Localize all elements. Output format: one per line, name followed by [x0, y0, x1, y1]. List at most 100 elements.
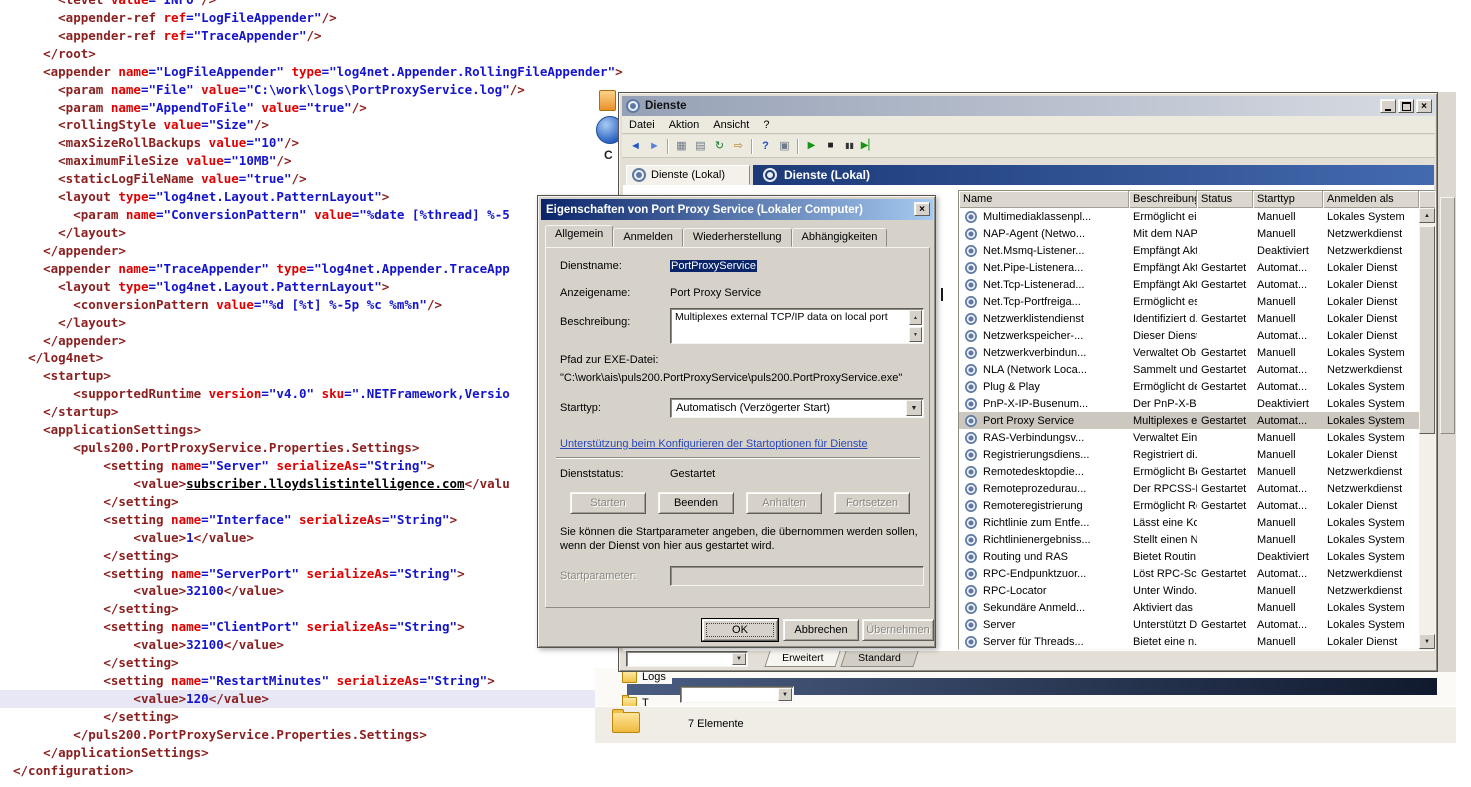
export-list-icon[interactable]: ▤ [691, 138, 710, 155]
restart-service-icon[interactable]: ▶▏ [859, 138, 878, 155]
xml-source[interactable]: <level value="INFO"/> <appender-ref ref=… [13, 0, 623, 780]
code-line[interactable]: </applicationSettings> [13, 744, 623, 762]
show-tree-icon[interactable]: ▦ [672, 138, 691, 155]
code-line[interactable]: <layout type="log4net.Layout.PatternLayo… [13, 188, 623, 206]
scroll-up-icon[interactable]: ▲ [1419, 208, 1435, 223]
service-row[interactable]: Routing und RASBietet Routin...Deaktivie… [959, 548, 1419, 565]
refresh-icon[interactable]: ↻ [710, 138, 729, 155]
service-row[interactable]: Remotedesktopdie...Ermöglicht Be...Gesta… [959, 463, 1419, 480]
startup-type-combobox[interactable]: Automatisch (Verzögerter Start) ▼ [670, 398, 924, 418]
tab-anmelden[interactable]: Anmelden [613, 228, 683, 247]
chevron-down-icon[interactable]: ▼ [732, 653, 746, 665]
service-row[interactable]: Richtlinie zum Entfe...Lässt eine Ko...M… [959, 514, 1419, 531]
menu-item-ansicht[interactable]: Ansicht [706, 119, 756, 131]
code-line[interactable]: <appender name="LogFileAppender" type="l… [13, 63, 623, 81]
tab-allgemein[interactable]: Allgemein [545, 225, 613, 247]
export-icon[interactable]: ⇨ [729, 138, 748, 155]
code-line[interactable]: <applicationSettings> [13, 421, 623, 439]
service-row[interactable]: Multimediaklassenpl...Ermöglicht ei...Ma… [959, 208, 1419, 225]
code-line[interactable]: <value>1</value> [13, 529, 623, 547]
code-line[interactable]: <value>subscriber.lloydslistintelligence… [13, 475, 623, 493]
help-icon[interactable]: ? [756, 138, 775, 155]
code-line[interactable]: <value>120</value> [13, 690, 623, 708]
code-line[interactable]: </layout> [13, 224, 623, 242]
column-header-beschreibung[interactable]: Beschreibung [1129, 191, 1197, 208]
service-row[interactable]: RemoteregistrierungErmöglicht Re...Gesta… [959, 497, 1419, 514]
code-line[interactable]: <puls200.PortProxyService.Properties.Set… [13, 439, 623, 457]
column-header-anmelden-als[interactable]: Anmelden als [1323, 191, 1419, 208]
folder-item-t[interactable]: T [622, 696, 655, 706]
code-line[interactable]: </puls200.PortProxyService.Properties.Se… [13, 726, 623, 744]
service-row[interactable]: Remoteprozedurau...Der RPCSS-Di...Gestar… [959, 480, 1419, 497]
tab-wiederherstellung[interactable]: Wiederherstellung [683, 228, 792, 247]
code-line[interactable]: </setting> [13, 547, 623, 565]
code-line[interactable]: </configuration> [13, 762, 623, 780]
vertical-scrollbar[interactable]: ▲ ▼ [1419, 208, 1435, 649]
scroll-up-icon[interactable]: ▲ [909, 310, 922, 325]
ok-button[interactable]: OK [702, 619, 778, 641]
start-service-icon[interactable]: ▶ [802, 138, 821, 155]
code-line[interactable]: <setting name="ServerPort" serializeAs="… [13, 565, 623, 583]
scroll-down-icon[interactable]: ▼ [909, 327, 922, 342]
service-row[interactable]: Richtlinienergebniss...Stellt einen N...… [959, 531, 1419, 548]
code-line[interactable]: </root> [13, 45, 623, 63]
code-line[interactable]: </log4net> [13, 349, 623, 367]
code-line[interactable]: </layout> [13, 314, 623, 332]
close-icon[interactable]: × [1416, 99, 1432, 113]
pause-service-icon[interactable]: ▮▮ [840, 138, 859, 155]
code-line[interactable]: <staticLogFileName value="true"/> [13, 170, 623, 188]
code-line[interactable]: <rollingStyle value="Size"/> [13, 116, 623, 134]
code-line[interactable]: <maxSizeRollBackups value="10"/> [13, 134, 623, 152]
service-row[interactable]: NetzwerklistendienstIdentifiziert d...Ge… [959, 310, 1419, 327]
description-textbox[interactable]: Multiplexes external TCP/IP data on loca… [670, 308, 924, 344]
filename-combobox[interactable]: ▼ [680, 686, 794, 703]
service-row[interactable]: Plug & PlayErmöglicht de...GestartetAuto… [959, 378, 1419, 395]
code-line[interactable]: </setting> [13, 654, 623, 672]
column-header-status[interactable]: Status [1197, 191, 1253, 208]
service-row[interactable]: RPC-LocatorUnter Windo...ManuellNetzwerk… [959, 582, 1419, 599]
code-line[interactable]: <param name="ConversionPattern" value="%… [13, 206, 623, 224]
code-line[interactable]: </appender> [13, 332, 623, 350]
service-row[interactable]: RAS-Verbindungsv...Verwaltet Ein...Manue… [959, 429, 1419, 446]
code-line[interactable]: <startup> [13, 367, 623, 385]
service-row[interactable]: Sekundäre Anmeld...Aktiviert das ...Manu… [959, 599, 1419, 616]
code-line[interactable]: <setting name="Server" serializeAs="Stri… [13, 457, 623, 475]
service-row[interactable]: Registrierungsdiens...Registriert di...M… [959, 446, 1419, 463]
code-line[interactable]: <supportedRuntime version="v4.0" sku=".N… [13, 385, 623, 403]
console-tree-root[interactable]: Dienste (Lokal) [626, 165, 750, 185]
code-line[interactable]: </setting> [13, 600, 623, 618]
code-line[interactable]: <value>32100</value> [13, 636, 623, 654]
view-tab-standard[interactable]: Standard [841, 651, 919, 667]
chevron-down-icon[interactable]: ▼ [778, 688, 792, 701]
service-row[interactable]: Netzwerkspeicher-...Dieser Dienst...Auto… [959, 327, 1419, 344]
menu-item-datei[interactable]: Datei [622, 119, 662, 131]
apply-button[interactable]: Übernehmen [862, 619, 934, 641]
forward-icon[interactable]: ► [645, 138, 664, 155]
close-icon[interactable]: × [914, 202, 930, 216]
service-row-selected[interactable]: Port Proxy ServiceMultiplexes e...Gestar… [959, 412, 1419, 429]
service-row[interactable]: ServerUnterstützt D...GestartetAutomat..… [959, 616, 1419, 633]
code-line[interactable]: </setting> [13, 708, 623, 726]
code-line[interactable]: <setting name="RestartMinutes" serialize… [13, 672, 623, 690]
code-line[interactable]: <param name="File" value="C:\work\logs\P… [13, 81, 623, 99]
service-row[interactable]: PnP-X-IP-Busenum...Der PnP-X-Bu...Deakti… [959, 395, 1419, 412]
explorer-scrollbar[interactable] [1438, 92, 1456, 672]
code-line[interactable]: </setting> [13, 493, 623, 511]
code-line[interactable]: </appender> [13, 242, 623, 260]
folder-item-logs[interactable]: Logs [622, 670, 672, 684]
menu-item-aktion[interactable]: Aktion [662, 119, 707, 131]
code-line[interactable]: <appender name="TraceAppender" type="log… [13, 260, 623, 278]
code-line[interactable]: </startup> [13, 403, 623, 421]
service-row[interactable]: Netzwerkverbindun...Verwaltet Ob...Gesta… [959, 344, 1419, 361]
code-line[interactable]: <level value="INFO"/> [13, 0, 623, 9]
service-row[interactable]: NLA (Network Loca...Sammelt und ...Gesta… [959, 361, 1419, 378]
code-line[interactable]: <setting name="Interface" serializeAs="S… [13, 511, 623, 529]
stop-button[interactable]: Beenden [658, 492, 734, 514]
service-row[interactable]: Net.Msmq-Listener...Empfängt Akt...Deakt… [959, 242, 1419, 259]
code-line[interactable]: <appender-ref ref="LogFileAppender"/> [13, 9, 623, 27]
pause-button[interactable]: Anhalten [746, 492, 822, 514]
chevron-down-icon[interactable]: ▼ [906, 400, 922, 416]
service-row[interactable]: Net.Tcp-Listenerad...Empfängt Akt...Gest… [959, 276, 1419, 293]
dialog-titlebar[interactable]: Eigenschaften von Port Proxy Service (Lo… [541, 199, 933, 220]
scrollbar-thumb[interactable] [1440, 197, 1455, 434]
